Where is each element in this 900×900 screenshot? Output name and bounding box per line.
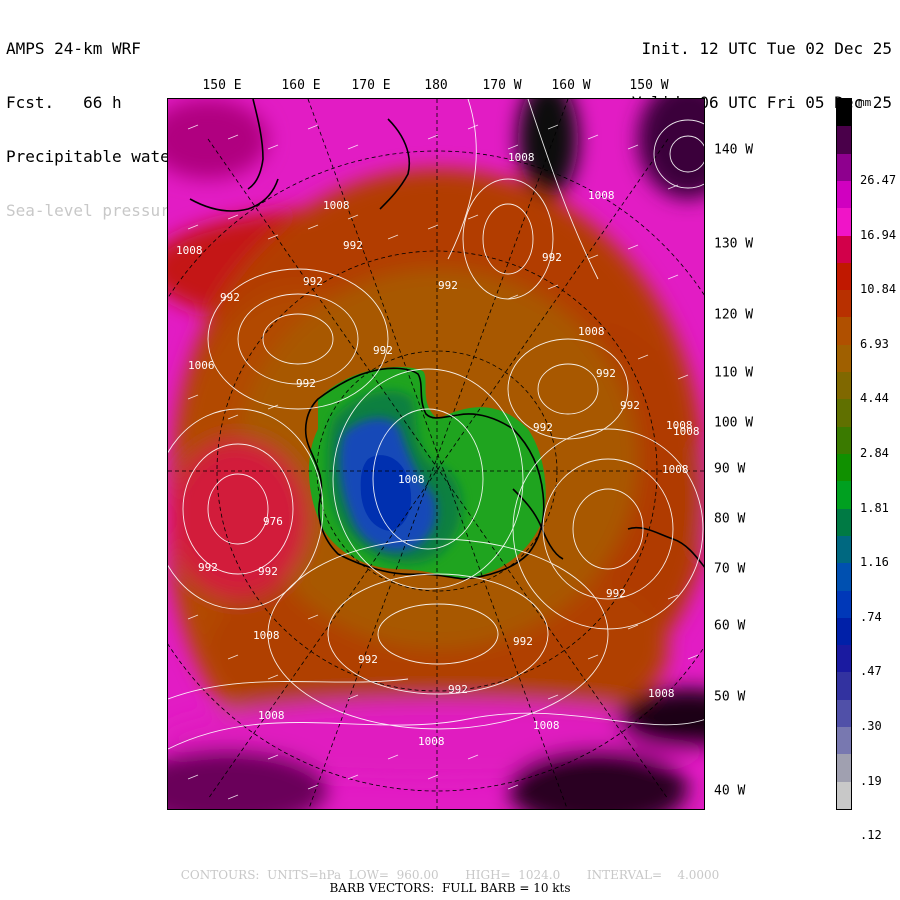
colorbar-segment (837, 699, 851, 728)
colorbar-label: .74 (860, 609, 882, 624)
colorbar-label: 10.84 (860, 282, 897, 297)
isobar-label: 992 (620, 399, 640, 412)
colorbar-label: 4.44 (860, 391, 889, 406)
isobar-label: 992 (358, 653, 378, 666)
latitude-label: 70 W (714, 561, 746, 577)
isobar-label: 1008 (673, 425, 700, 438)
isobar-label: 992 (448, 683, 468, 696)
longitude-label: 180 (424, 78, 448, 93)
model-name: AMPS 24-km WRF (6, 39, 141, 58)
init-time: Init. 12 UTC Tue 02 Dec 25 (641, 39, 892, 58)
colorbar-segment (837, 454, 851, 482)
latitude-label: 120 W (714, 307, 754, 323)
colorbar-segment (837, 727, 851, 755)
latitude-label: 50 W (714, 689, 746, 705)
colorbar-segment (837, 99, 851, 127)
colorbar-segment (837, 126, 851, 155)
colorbar-unit: mm (858, 96, 872, 109)
longitude-label: 150 E (202, 78, 242, 93)
map-svg: 1008 1008 992 992 1008 992 992 1006 992 … (168, 99, 704, 809)
isobar-label: 1008 (648, 687, 675, 700)
colorbar-segment (837, 399, 851, 428)
isobar-label: 1008 (323, 199, 350, 212)
colorbar-label: .12 (860, 828, 882, 843)
isobar-label: 1008 (533, 719, 560, 732)
colorbar-segment (837, 508, 851, 537)
isobar-label: 992 (533, 421, 553, 434)
colorbar-segment (837, 180, 851, 209)
colorbar-label: 6.93 (860, 336, 889, 351)
colorbar-label: 1.16 (860, 555, 889, 570)
isobar-label: 1008 (588, 189, 615, 202)
longitude-label: 150 W (629, 78, 669, 93)
colorbar-label: 2.84 (860, 446, 889, 460)
colorbar-segment (837, 344, 851, 373)
colorbar-label: 1.81 (860, 500, 889, 515)
colorbar-label: 16.94 (860, 227, 897, 242)
colorbar-segment (837, 426, 851, 455)
colorbar-segment (837, 617, 851, 646)
colorbar-segment (837, 535, 851, 564)
colorbar-segment (837, 317, 851, 346)
longitude-label: 160 W (551, 78, 591, 93)
colorbar-segment (837, 563, 851, 592)
colorbar-segment (837, 208, 851, 237)
longitude-label: 160 E (281, 78, 321, 93)
isobar-label: 992 (606, 587, 626, 600)
isobar-label: 992 (596, 367, 616, 380)
isobar-label: 1008 (253, 629, 280, 642)
isobar-label: 1008 (418, 735, 445, 748)
isobar-label: 976 (263, 515, 283, 528)
latitude-label: 80 W (714, 511, 746, 527)
colorbar-label: .30 (860, 719, 882, 734)
barb-info: BARB VECTORS: FULL BARB = 10 kts (329, 881, 571, 895)
isobar-label: 992 (542, 251, 562, 264)
isobar-label: 992 (296, 377, 316, 390)
isobar-label: 1008 (578, 325, 605, 338)
latitude-label: 40 W (714, 783, 746, 799)
colorbar-segment (837, 290, 851, 318)
colorbar-segment (837, 672, 851, 701)
isobar-label: 992 (373, 344, 393, 357)
longitude-label: 170 W (482, 78, 522, 93)
colorbar (836, 98, 852, 810)
isobar-label: 992 (198, 561, 218, 574)
colorbar-label: .19 (860, 773, 882, 788)
colorbar-segment (837, 262, 851, 291)
colorbar-segment (837, 590, 851, 619)
isobar-label: 1008 (662, 463, 689, 476)
colorbar-segment (837, 754, 851, 783)
isobar-label: 992 (438, 279, 458, 292)
latitude-label: 100 W (714, 415, 754, 431)
isobar-label: 992 (220, 291, 240, 304)
colorbar-segment (837, 645, 851, 673)
longitude-label: 170 E (351, 78, 391, 93)
colorbar-segment (837, 235, 851, 264)
isobar-label: 1008 (176, 244, 203, 257)
isobar-label: 1006 (188, 359, 215, 372)
isobar-label: 992 (513, 635, 533, 648)
latitude-label: 110 W (714, 365, 754, 381)
colorbar-label: 26.47 (860, 172, 897, 187)
isobar-label: 992 (303, 275, 323, 288)
latitude-label: 90 W (714, 461, 746, 477)
colorbar-segment (837, 481, 851, 510)
colorbar-segment (837, 372, 851, 400)
latitude-label: 140 W (714, 142, 754, 158)
contour-info: CONTOURS: UNITS=hPa LOW= 960.00 HIGH= 10… (180, 868, 720, 882)
isobar-label: 992 (343, 239, 363, 252)
isobar-label: 992 (258, 565, 278, 578)
map-panel: 1008 1008 992 992 1008 992 992 1006 992 … (167, 98, 705, 810)
latitude-label: 60 W (714, 618, 746, 634)
colorbar-segment (837, 781, 851, 810)
isobar-label: 1008 (398, 473, 425, 486)
colorbar-segment (837, 153, 851, 182)
colorbar-label: .47 (860, 664, 882, 679)
latitude-label: 130 W (714, 236, 754, 252)
isobar-label: 1008 (508, 151, 535, 164)
isobar-label: 1008 (258, 709, 285, 722)
